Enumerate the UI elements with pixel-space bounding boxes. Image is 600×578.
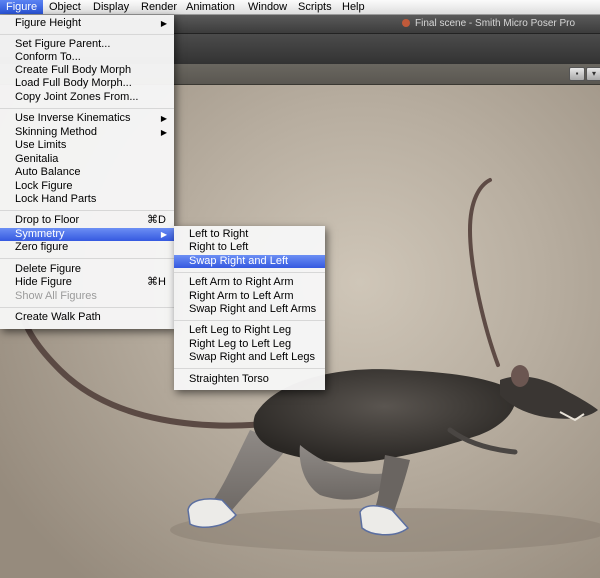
- menu-item-copy-joint-zones[interactable]: Copy Joint Zones From...: [0, 91, 174, 104]
- menu-item-delete-figure[interactable]: Delete Figure: [0, 263, 174, 276]
- tail-upper: [467, 178, 500, 367]
- menu-item-show-all-figures: Show All Figures: [0, 290, 174, 303]
- submenu-arrow-icon: ▶: [160, 19, 167, 28]
- menu-item-label: Swap Right and Left: [189, 255, 289, 267]
- menu-item-use-inverse-kinematics[interactable]: Use Inverse Kinematics ▶: [0, 112, 174, 125]
- submenu-item-right-leg-to-left-leg[interactable]: Right Leg to Left Leg: [174, 338, 325, 351]
- menu-item-label: Right to Left: [189, 241, 249, 253]
- symmetry-submenu: Left to Right Right to Left Swap Right a…: [174, 226, 325, 390]
- menu-item-label: Load Full Body Morph...: [15, 77, 132, 89]
- menu-item-label: Create Full Body Morph: [15, 64, 132, 76]
- menu-item-lock-hand-parts[interactable]: Lock Hand Parts: [0, 193, 174, 206]
- menu-item-drop-to-floor[interactable]: Drop to Floor ⌘D: [0, 214, 174, 227]
- menu-item-label: Skinning Method: [15, 126, 97, 138]
- menu-separator: [0, 307, 174, 308]
- menu-item-use-limits[interactable]: Use Limits: [0, 139, 174, 152]
- menu-item-label: Delete Figure: [15, 263, 82, 275]
- menu-item-conform-to[interactable]: Conform To...: [0, 51, 174, 64]
- menu-item-load-full-body-morph[interactable]: Load Full Body Morph...: [0, 77, 174, 90]
- menu-item-create-walk-path[interactable]: Create Walk Path: [0, 311, 174, 324]
- menu-help[interactable]: Help: [336, 0, 371, 14]
- submenu-arrow-icon: ▶: [160, 128, 167, 137]
- shortcut-label: ⌘D: [147, 214, 166, 226]
- menu-item-label: Right Arm to Left Arm: [189, 290, 294, 302]
- menu-separator: [0, 34, 174, 35]
- menu-animation[interactable]: Animation: [180, 0, 241, 14]
- menu-item-label: Swap Right and Left Arms: [189, 303, 317, 315]
- window-title: Final scene - Smith Micro Poser Pro: [402, 17, 575, 31]
- menu-item-label: Straighten Torso: [189, 373, 269, 385]
- submenu-item-right-arm-to-left-arm[interactable]: Right Arm to Left Arm: [174, 290, 325, 303]
- menu-display[interactable]: Display: [87, 0, 135, 14]
- submenu-item-left-to-right[interactable]: Left to Right: [174, 228, 325, 241]
- menu-item-label: Copy Joint Zones From...: [15, 91, 139, 103]
- menu-item-symmetry[interactable]: Symmetry ▶: [0, 228, 174, 241]
- menu-separator: [174, 320, 325, 321]
- menu-item-label: Swap Right and Left Legs: [189, 351, 315, 363]
- menu-item-label: Show All Figures: [15, 290, 97, 302]
- menu-item-label: Auto Balance: [15, 166, 81, 178]
- window-title-label: Final scene - Smith Micro Poser Pro: [415, 18, 576, 29]
- menu-item-figure-height[interactable]: Figure Height ▶: [0, 17, 174, 30]
- menu-item-zero-figure[interactable]: Zero figure: [0, 241, 174, 254]
- menu-object[interactable]: Object: [43, 0, 87, 14]
- menu-item-set-figure-parent[interactable]: Set Figure Parent...: [0, 38, 174, 51]
- submenu-arrow-icon: ▶: [160, 114, 167, 123]
- shortcut-label: ⌘H: [147, 276, 166, 288]
- menu-item-auto-balance[interactable]: Auto Balance: [0, 166, 174, 179]
- menu-item-label: Left Leg to Right Leg: [189, 324, 292, 336]
- menu-item-label: Create Walk Path: [15, 311, 101, 323]
- submenu-item-left-arm-to-right-arm[interactable]: Left Arm to Right Arm: [174, 276, 325, 289]
- menu-scripts[interactable]: Scripts: [292, 0, 338, 14]
- menu-bar: Figure Object Display Render Animation W…: [0, 0, 600, 15]
- submenu-item-swap-arms[interactable]: Swap Right and Left Arms: [174, 303, 325, 316]
- menu-item-create-full-body-morph[interactable]: Create Full Body Morph: [0, 64, 174, 77]
- menu-item-label: Symmetry: [15, 228, 65, 240]
- menu-item-label: Lock Figure: [15, 180, 73, 192]
- menu-item-lock-figure[interactable]: Lock Figure: [0, 180, 174, 193]
- menu-item-label: Use Limits: [15, 139, 67, 151]
- menu-item-label: Left Arm to Right Arm: [189, 276, 294, 288]
- menu-item-label: Right Leg to Left Leg: [189, 338, 292, 350]
- menu-item-hide-figure[interactable]: Hide Figure ⌘H: [0, 276, 174, 289]
- submenu-arrow-icon: ▶: [160, 230, 167, 239]
- menu-item-label: Hide Figure: [15, 276, 72, 288]
- submenu-item-swap-right-and-left[interactable]: Swap Right and Left: [174, 255, 325, 268]
- rat-ear: [511, 365, 529, 387]
- menu-item-label: Genitalia: [15, 153, 59, 165]
- viewport-options-icon[interactable]: ▾: [586, 67, 600, 81]
- document-icon: [402, 19, 410, 27]
- menu-item-label: Left to Right: [189, 228, 249, 240]
- menu-item-skinning-method[interactable]: Skinning Method ▶: [0, 126, 174, 139]
- menu-separator: [174, 368, 325, 369]
- submenu-item-swap-legs[interactable]: Swap Right and Left Legs: [174, 351, 325, 364]
- menu-item-label: Lock Hand Parts: [15, 193, 97, 205]
- figure-menu: Figure Height ▶ Set Figure Parent... Conf…: [0, 15, 174, 329]
- camera-icon[interactable]: ▪: [569, 67, 585, 81]
- menu-item-label: Use Inverse Kinematics: [15, 112, 131, 124]
- menu-item-label: Set Figure Parent...: [15, 38, 111, 50]
- menu-separator: [0, 108, 174, 109]
- menu-item-label: Conform To...: [15, 51, 81, 63]
- menu-separator: [174, 272, 325, 273]
- menu-separator: [0, 258, 174, 259]
- submenu-item-left-leg-to-right-leg[interactable]: Left Leg to Right Leg: [174, 324, 325, 337]
- menu-item-genitalia[interactable]: Genitalia: [0, 153, 174, 166]
- menu-figure[interactable]: Figure: [0, 0, 44, 14]
- submenu-item-straighten-torso[interactable]: Straighten Torso: [174, 373, 325, 386]
- menu-item-label: Figure Height: [15, 17, 82, 29]
- submenu-item-right-to-left[interactable]: Right to Left: [174, 241, 325, 254]
- menu-render[interactable]: Render: [135, 0, 183, 14]
- menu-item-label: Drop to Floor: [15, 214, 80, 226]
- menu-item-label: Zero figure: [15, 241, 69, 253]
- menu-window[interactable]: Window: [242, 0, 293, 14]
- menu-separator: [0, 210, 174, 211]
